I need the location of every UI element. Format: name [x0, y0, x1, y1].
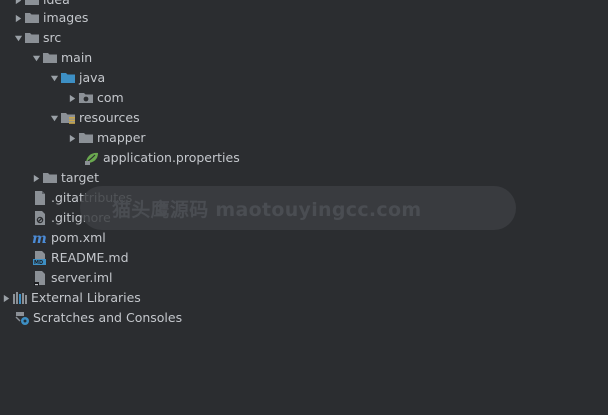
- libraries-icon: [12, 290, 28, 306]
- svg-text:MD: MD: [34, 260, 43, 266]
- tree-item-mapper[interactable]: mapper: [66, 128, 146, 148]
- watermark: 猫头鹰源码 maotouyingcc.com: [80, 186, 516, 230]
- maven-icon: m: [32, 230, 48, 246]
- file-icon: [32, 190, 48, 206]
- tree-item-label: images: [43, 10, 89, 25]
- folder-icon: [24, 30, 40, 46]
- tree-item-com[interactable]: com: [66, 88, 124, 108]
- chevron-right-icon[interactable]: [66, 128, 78, 148]
- tree-item-images[interactable]: images: [12, 8, 88, 28]
- folder-icon: [78, 130, 94, 146]
- tree-item-label: External Libraries: [31, 290, 141, 305]
- tree-item-label: target: [61, 170, 100, 185]
- svg-text:m: m: [32, 231, 47, 246]
- tree-item-external-libraries[interactable]: External Libraries: [0, 288, 141, 308]
- package-icon: [78, 90, 94, 106]
- tree-item-label: pom.xml: [51, 230, 106, 245]
- tree-item-label: application.properties: [103, 150, 240, 165]
- tree-item-src[interactable]: src: [12, 28, 61, 48]
- chevron-down-icon[interactable]: [48, 108, 60, 128]
- spring-properties-icon: [84, 150, 100, 166]
- chevron-right-icon[interactable]: [12, 8, 24, 28]
- chevron-down-icon[interactable]: [12, 28, 24, 48]
- resources-folder-icon: [60, 110, 76, 126]
- tree-item-label: README.md: [51, 250, 129, 265]
- gitignore-icon: [32, 210, 48, 226]
- chevron-down-icon[interactable]: [48, 68, 60, 88]
- source-folder-icon: [60, 70, 76, 86]
- tree-item-target[interactable]: target: [30, 168, 99, 188]
- tree-item-pom-xml[interactable]: m pom.xml: [32, 228, 106, 248]
- tree-item-readme-md[interactable]: MD README.md: [32, 248, 129, 268]
- folder-icon: [42, 170, 58, 186]
- chevron-right-icon[interactable]: [66, 88, 78, 108]
- watermark-text: 猫头鹰源码 maotouyingcc.com: [112, 198, 422, 221]
- tree-item-label: main: [61, 50, 93, 65]
- folder-icon: [42, 50, 58, 66]
- tree-item-application-properties[interactable]: application.properties: [84, 148, 240, 168]
- tree-item-resources[interactable]: resources: [48, 108, 140, 128]
- tree-item-java[interactable]: java: [48, 68, 105, 88]
- tree-item-label: src: [43, 30, 62, 45]
- tree-item-server-iml[interactable]: server.iml: [32, 268, 113, 288]
- tree-item-label: Scratches and Consoles: [33, 310, 183, 325]
- iml-file-icon: [32, 270, 48, 286]
- chevron-down-icon[interactable]: [30, 48, 42, 68]
- folder-icon: [24, 0, 40, 8]
- tree-item-main[interactable]: main: [30, 48, 92, 68]
- folder-icon: [24, 10, 40, 26]
- tree-item-label: java: [79, 70, 106, 85]
- tree-item-label: resources: [79, 110, 140, 125]
- chevron-right-icon[interactable]: [30, 168, 42, 188]
- tree-item-label: mapper: [97, 130, 146, 145]
- tree-item-label: server.iml: [51, 270, 113, 285]
- tree-item-scratches-and-consoles[interactable]: Scratches and Consoles: [14, 308, 182, 328]
- scratches-icon: [14, 310, 30, 326]
- tree-item-label: com: [97, 90, 124, 105]
- markdown-icon: MD: [32, 250, 48, 266]
- chevron-right-icon[interactable]: [0, 288, 12, 308]
